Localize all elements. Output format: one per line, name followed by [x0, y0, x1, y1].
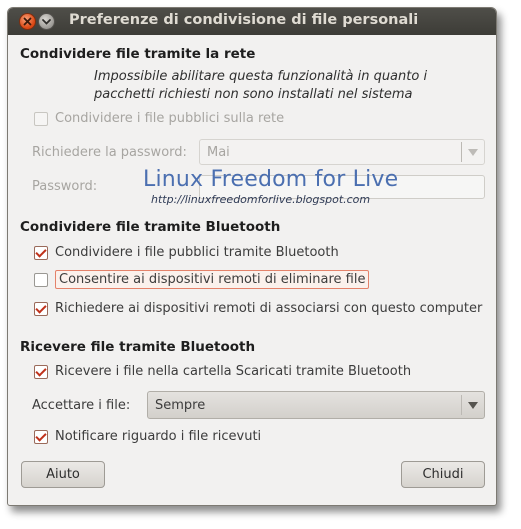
require-password-combo: Mai — [199, 139, 485, 165]
accept-files-label: Accettare i file: — [32, 398, 131, 413]
title-bar[interactable]: Preferenze di condivisione di file perso… — [8, 8, 496, 35]
close-button[interactable]: Chiudi — [401, 461, 485, 488]
bluetooth-share-section-heading: Condividere file tramite Bluetooth — [20, 219, 281, 235]
watermark-url: http://linuxfreedomforlive.blogspot.com — [151, 193, 371, 206]
watermark-title: Linux Freedom for Live — [143, 167, 399, 192]
bluetooth-allow-delete-label[interactable]: Consentire ai dispositivi remoti di elim… — [55, 270, 370, 289]
checkmark-icon[interactable] — [34, 364, 48, 379]
dropdown-arrow-icon[interactable] — [461, 395, 484, 415]
share-public-files-network-option: Condividere i file pubblici sulla rete — [34, 111, 284, 126]
bluetooth-receive-section-heading: Ricevere file tramite Bluetooth — [20, 339, 256, 355]
bluetooth-allow-delete-checkbox[interactable] — [34, 272, 48, 287]
network-section-heading: Condividere file tramite la rete — [20, 46, 256, 62]
share-public-files-network-checkbox — [34, 111, 48, 126]
network-unavailable-info: Impossibile abilitare questa funzionalit… — [94, 69, 428, 102]
bluetooth-share-public-label[interactable]: Condividere i file pubblici tramite Blue… — [55, 245, 339, 260]
checkmark-icon[interactable] — [34, 429, 48, 444]
bluetooth-share-public-option[interactable]: Condividere i file pubblici tramite Blue… — [34, 245, 339, 260]
share-public-files-network-label: Condividere i file pubblici sulla rete — [55, 111, 285, 126]
close-icon[interactable] — [19, 13, 36, 30]
preferences-window: Preferenze di condivisione di file perso… — [7, 7, 497, 506]
checkmark-icon[interactable] — [34, 301, 48, 316]
notify-received-option[interactable]: Notificare riguardo i file ricevuti — [34, 429, 261, 444]
require-password-value: Mai — [207, 145, 230, 160]
checkmark-icon[interactable] — [34, 245, 48, 260]
password-label: Password: — [32, 179, 98, 194]
dropdown-arrow-icon — [461, 142, 484, 162]
help-button[interactable]: Aiuto — [21, 461, 105, 488]
receive-to-downloads-option[interactable]: Ricevere i file nella cartella Scaricati… — [34, 364, 411, 379]
notify-received-label[interactable]: Notificare riguardo i file ricevuti — [55, 429, 261, 444]
accept-files-value: Sempre — [155, 398, 206, 413]
receive-to-downloads-label[interactable]: Ricevere i file nella cartella Scaricati… — [55, 364, 411, 379]
require-password-label: Richiedere la password: — [32, 145, 187, 160]
bluetooth-allow-delete-option[interactable]: Consentire ai dispositivi remoti di elim… — [34, 270, 370, 289]
bluetooth-require-pairing-label[interactable]: Richiedere ai dispositivi remoti di asso… — [55, 301, 482, 316]
bluetooth-require-pairing-option[interactable]: Richiedere ai dispositivi remoti di asso… — [34, 301, 482, 316]
accept-files-combo[interactable]: Sempre — [147, 391, 485, 419]
window-menu-icon[interactable] — [38, 13, 55, 30]
window-title: Preferenze di condivisione di file perso… — [69, 12, 419, 28]
